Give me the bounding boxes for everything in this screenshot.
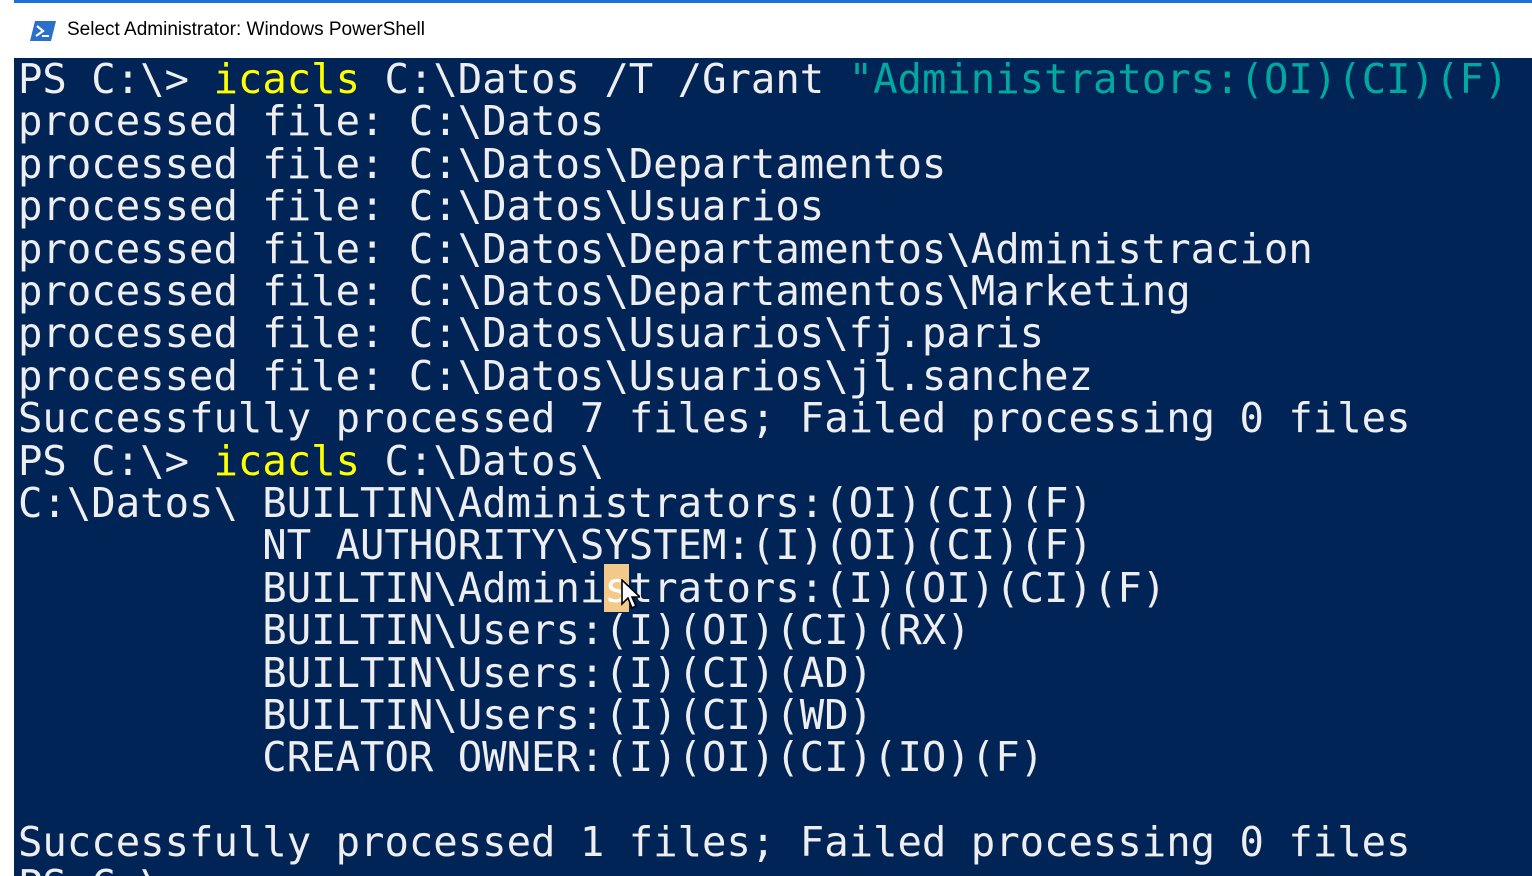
acl-line: BUILTIN\Users:(I)(CI)(AD) [18, 648, 874, 697]
command-name: icacls [213, 436, 361, 485]
output-line: processed file: C:\Datos\Usuarios\jl.san… [18, 351, 1093, 400]
command-string-arg: "Administrators:(OI)(CI)(F) [848, 58, 1509, 103]
window-title: Select Administrator: Windows PowerShell [67, 19, 425, 40]
output-line: processed file: C:\Datos\Departamentos [18, 139, 947, 188]
output-line: processed file: C:\Datos [18, 97, 605, 146]
command-name: icacls [213, 58, 361, 103]
acl-text: trators:(I)(OI)(CI)(F) [628, 563, 1167, 612]
acl-line: C:\Datos\ BUILTIN\Administrators:(OI)(CI… [18, 479, 1093, 527]
acl-line: BUILTIN\Users:(I)(CI)(WD) [18, 691, 874, 739]
output-line: processed file: C:\Datos\Departamentos\A… [18, 224, 1313, 273]
command-line-1: PS C:\> icacls C:\Datos /T /Grant "Admin… [18, 58, 1508, 100]
summary-line-1: Successfully processed 7 files; Failed p… [18, 394, 1411, 443]
acl-line: BUILTIN\Users:(I)(OI)(CI)(RX) [18, 606, 971, 655]
summary-line-2: Successfully processed 1 files; Failed p… [18, 818, 1411, 867]
title-bar[interactable]: Select Administrator: Windows PowerShell [14, 0, 1532, 58]
prompt: PS C:\> [18, 436, 214, 485]
prompt: PS C:\> [18, 58, 214, 103]
acl-line: NT AUTHORITY\SYSTEM:(I)(OI)(CI)(F) [18, 521, 1093, 570]
powershell-window: Select Administrator: Windows PowerShell… [0, 0, 1532, 876]
output-line: processed file: C:\Datos\Departamentos\M… [18, 267, 1191, 315]
mouse-pointer-icon [621, 579, 640, 610]
powershell-icon [30, 21, 56, 41]
command-line-2: PS C:\> icacls C:\Datos\ [18, 440, 604, 482]
console-area[interactable]: PS C:\> icacls C:\Datos /T /Grant "Admin… [14, 58, 1532, 876]
acl-line-with-selection: BUILTIN\Administrators:(I)(OI)(CI)(F) [18, 563, 1167, 612]
acl-text: BUILTIN\Admini [18, 563, 605, 612]
command-args: C:\Datos\ [360, 436, 605, 485]
acl-line: CREATOR OWNER:(I)(OI)(CI)(IO)(F) [18, 733, 1045, 782]
output-line: processed file: C:\Datos\Usuarios [18, 182, 825, 231]
window-left-border [0, 0, 14, 876]
output-line: processed file: C:\Datos\Usuarios\fj.par… [18, 309, 1045, 358]
next-prompt: PS C:\> [18, 864, 189, 876]
command-args: C:\Datos /T /Grant [360, 58, 849, 103]
